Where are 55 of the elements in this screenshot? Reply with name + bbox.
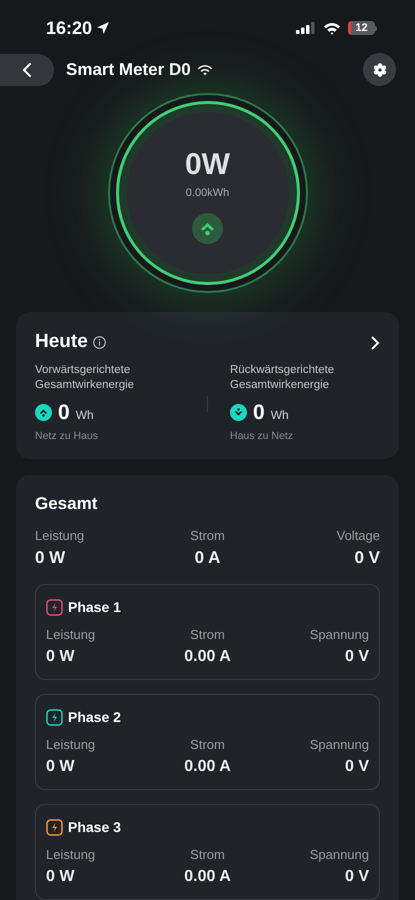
metric-label: Voltage <box>336 527 380 545</box>
metric-label: Strom <box>190 626 225 644</box>
metric-label: Leistung <box>35 527 84 545</box>
metric-label: Spannung <box>310 626 369 644</box>
metric-value: 0 V <box>354 547 380 569</box>
metric-value: 0 W <box>46 867 74 887</box>
energy-unit: Wh <box>76 406 94 424</box>
download-icon <box>230 404 247 422</box>
energy-caption: Netz zu Haus <box>35 428 100 444</box>
chevron-right-icon[interactable] <box>370 334 380 350</box>
upload-icon <box>192 213 223 244</box>
metric-value: 0 V <box>344 867 369 887</box>
energy-reading: 0.00kWh <box>186 186 230 201</box>
wifi-icon <box>323 22 341 35</box>
upload-icon <box>35 404 52 422</box>
metric-value: 0 V <box>344 647 369 667</box>
back-button[interactable] <box>0 54 54 86</box>
energy-label: Vorwärtsgerichtete Gesamtwirkenergie <box>35 362 136 393</box>
metric-value: 0.00 A <box>184 867 231 887</box>
metric-label: Leistung <box>46 736 96 754</box>
power-reading: 0W <box>185 148 230 181</box>
card-title: Gesamt <box>35 492 98 514</box>
energy-label: Rückwärtsgerichtete Gesamtwirkenergie <box>230 362 336 393</box>
wifi-icon <box>196 64 213 76</box>
location-arrow-icon <box>96 21 110 36</box>
metric-value: 0.00 A <box>184 647 231 667</box>
metric-value: 0 W <box>35 547 66 569</box>
metric-label: Strom <box>190 736 225 754</box>
energy-value: 0 <box>58 400 70 425</box>
card-title: Heute <box>35 330 88 354</box>
phase-title: Phase 2 <box>68 708 121 727</box>
metric-label: Strom <box>190 527 225 545</box>
metric-label: Leistung <box>46 846 96 864</box>
metric-value: 0 W <box>46 647 74 667</box>
metric-value: 0 A <box>194 547 220 569</box>
metric-value: 0.00 A <box>184 757 231 777</box>
page-title: Smart Meter D0 <box>66 58 191 81</box>
metric-value: 0 W <box>46 757 74 777</box>
settings-button[interactable] <box>363 53 396 86</box>
phase-title: Phase 1 <box>68 598 121 617</box>
battery-indicator: 12 <box>348 21 377 36</box>
metric-label: Strom <box>190 846 225 864</box>
phase-title: Phase 3 <box>68 818 121 837</box>
info-icon <box>92 336 106 349</box>
metric-label: Spannung <box>310 736 369 754</box>
metric-value: 0 V <box>344 757 369 777</box>
status-time: 16:20 <box>46 16 92 40</box>
energy-value: 0 <box>253 400 265 425</box>
signal-icon <box>296 22 316 34</box>
back-icon <box>22 62 32 78</box>
energy-caption: Haus zu Netz <box>230 428 294 444</box>
energy-unit: Wh <box>270 406 289 424</box>
settings-icon <box>372 62 386 77</box>
metric-label: Spannung <box>310 846 369 864</box>
metric-label: Leistung <box>46 626 96 644</box>
